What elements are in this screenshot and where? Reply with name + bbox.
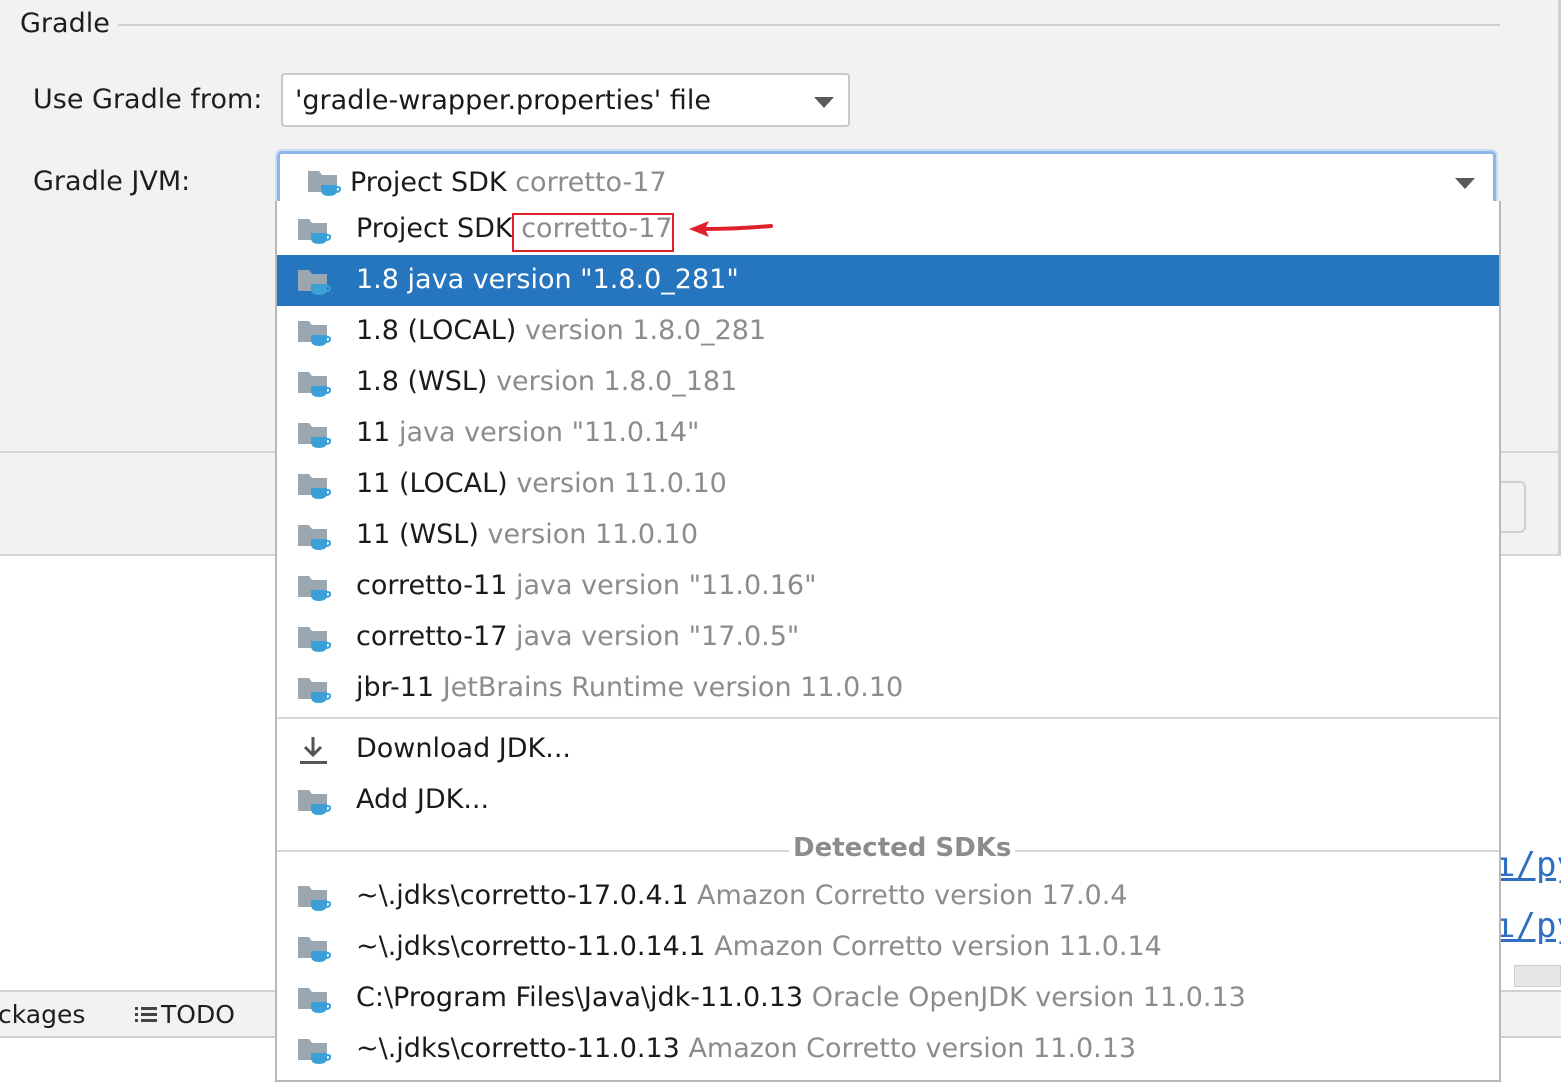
jdk-version: Oracle OpenJDK version 11.0.13	[811, 982, 1246, 1013]
jdk-folder-icon	[298, 321, 331, 346]
jdk-version: version 1.8.0_181	[496, 366, 738, 397]
jdk-version: Amazon Corretto version 11.0.13	[688, 1033, 1137, 1064]
jdk-name: corretto-11	[356, 570, 508, 601]
jdk-name: Download JDK...	[356, 733, 571, 764]
jdk-name: Project SDK	[356, 213, 513, 244]
jdk-list-item[interactable]: 11 java version "11.0.14"	[277, 408, 1499, 459]
jdk-folder-icon	[298, 474, 331, 499]
background-link[interactable]: ı/py	[1495, 906, 1561, 946]
jdk-name: 1.8	[356, 264, 399, 295]
jdk-name: 11 (WSL)	[356, 519, 479, 550]
jdk-list-item[interactable]: 11 (WSL) version 11.0.10	[277, 510, 1499, 561]
jdk-list-item[interactable]: 1.8 (LOCAL) version 1.8.0_281	[277, 306, 1499, 357]
detected-sdk-item[interactable]: C:\Program Files\Java\jdk-11.0.13 Oracle…	[277, 973, 1499, 1024]
jdk-folder-icon	[298, 678, 331, 703]
jdk-folder-icon	[298, 219, 331, 244]
jdk-version: version 11.0.10	[487, 519, 699, 550]
tab-todo-label: TODO	[161, 1000, 235, 1029]
jdk-folder-icon	[298, 790, 331, 815]
detected-sdk-item[interactable]: ~\.jdks\corretto-17.0.4.1 Amazon Corrett…	[277, 871, 1499, 922]
jdk-folder-icon	[308, 171, 341, 196]
jdk-list-item[interactable]: corretto-17 java version "17.0.5"	[277, 612, 1499, 663]
jdk-folder-icon	[298, 423, 331, 448]
jdk-version: version 11.0.10	[516, 468, 727, 499]
jdk-folder-icon	[298, 1039, 331, 1064]
jdk-name: C:\Program Files\Java\jdk-11.0.13	[356, 982, 804, 1013]
annotation-highlight-box	[512, 213, 674, 252]
jdk-name: 11 (LOCAL)	[356, 468, 508, 499]
annotation-arrow-icon	[689, 221, 773, 237]
gradle-jvm-combo[interactable]: Project SDK corretto-17	[277, 151, 1496, 203]
jdk-name: corretto-17	[356, 621, 508, 652]
jdk-folder-icon	[298, 627, 331, 652]
jdk-name: 1.8 (WSL)	[356, 366, 488, 397]
detected-sdk-item[interactable]: ~\.jdks\corretto-11.0.13 Amazon Corretto…	[277, 1024, 1499, 1075]
popup-separator	[277, 717, 1499, 719]
jdk-list-item[interactable]: 1.8 java version "1.8.0_281"	[277, 255, 1499, 306]
jdk-folder-icon	[298, 576, 331, 601]
chevron-down-icon[interactable]	[1455, 178, 1475, 189]
tab-packages[interactable]: ckages	[0, 1000, 85, 1029]
jdk-name: jbr-11	[356, 672, 435, 703]
jdk-folder-icon	[298, 372, 331, 397]
section-divider	[118, 24, 1500, 26]
jdk-folder-icon	[298, 988, 331, 1013]
jdk-version: java version "11.0.14"	[398, 417, 700, 448]
jdk-folder-icon	[298, 525, 331, 550]
jdk-name: ~\.jdks\corretto-11.0.13	[356, 1033, 680, 1064]
download-jdk-item[interactable]: Download JDK...	[277, 724, 1499, 775]
gradle-jvm-value-name: Project SDK	[350, 167, 507, 198]
jdk-name: 11	[356, 417, 391, 448]
jdk-folder-icon	[298, 270, 331, 295]
list-icon	[135, 1007, 157, 1022]
jdk-version: Amazon Corretto version 17.0.4	[697, 880, 1128, 911]
jdk-name: Add JDK...	[356, 784, 490, 815]
section-title: Gradle	[20, 8, 110, 39]
background-link[interactable]: ı/py	[1495, 845, 1561, 885]
jdk-item-project-sdk[interactable]: Project SDK corretto-17	[277, 204, 1499, 255]
download-icon	[300, 737, 327, 764]
add-jdk-item[interactable]: Add JDK...	[277, 775, 1499, 826]
jdk-name: ~\.jdks\corretto-17.0.4.1	[356, 880, 689, 911]
jdk-version: version 1.8.0_281	[524, 315, 767, 346]
chevron-down-icon[interactable]	[814, 97, 834, 108]
jdk-list-item[interactable]: jbr-11 JetBrains Runtime version 11.0.10	[277, 663, 1499, 714]
jdk-version: Amazon Corretto version 11.0.14	[714, 931, 1162, 962]
tab-todo[interactable]: TODO	[135, 1000, 235, 1029]
jdk-version: java version "11.0.16"	[516, 570, 817, 601]
jdk-dropdown-popup: Project SDK corretto-17 1.8 java version …	[275, 201, 1501, 1082]
jdk-name: ~\.jdks\corretto-11.0.14.1	[356, 931, 706, 962]
jdk-version: java version "1.8.0_281"	[407, 264, 739, 295]
jdk-folder-icon	[298, 886, 331, 911]
detected-sdk-item[interactable]: ~\.jdks\corretto-11.0.14.1 Amazon Corret…	[277, 922, 1499, 973]
detected-sdks-title: Detected SDKs	[789, 833, 1016, 863]
jdk-list-item[interactable]: 11 (LOCAL) version 11.0.10	[277, 459, 1499, 510]
gradle-jvm-label: Gradle JVM:	[33, 166, 191, 197]
jdk-list-item[interactable]: 1.8 (WSL) version 1.8.0_181	[277, 357, 1499, 408]
use-gradle-from-value: 'gradle-wrapper.properties' file	[295, 85, 711, 116]
jdk-name: 1.8 (LOCAL)	[356, 315, 517, 346]
jdk-version: JetBrains Runtime version 11.0.10	[442, 672, 904, 703]
gradle-jvm-value-version: corretto-17	[515, 167, 667, 198]
jdk-list-item[interactable]: corretto-11 java version "11.0.16"	[277, 561, 1499, 612]
horizontal-scrollbar[interactable]	[1514, 965, 1561, 987]
use-gradle-from-combo[interactable]: 'gradle-wrapper.properties' file	[281, 73, 850, 127]
use-gradle-from-label: Use Gradle from:	[33, 84, 263, 115]
jdk-version: java version "17.0.5"	[516, 621, 800, 652]
jdk-folder-icon	[298, 937, 331, 962]
